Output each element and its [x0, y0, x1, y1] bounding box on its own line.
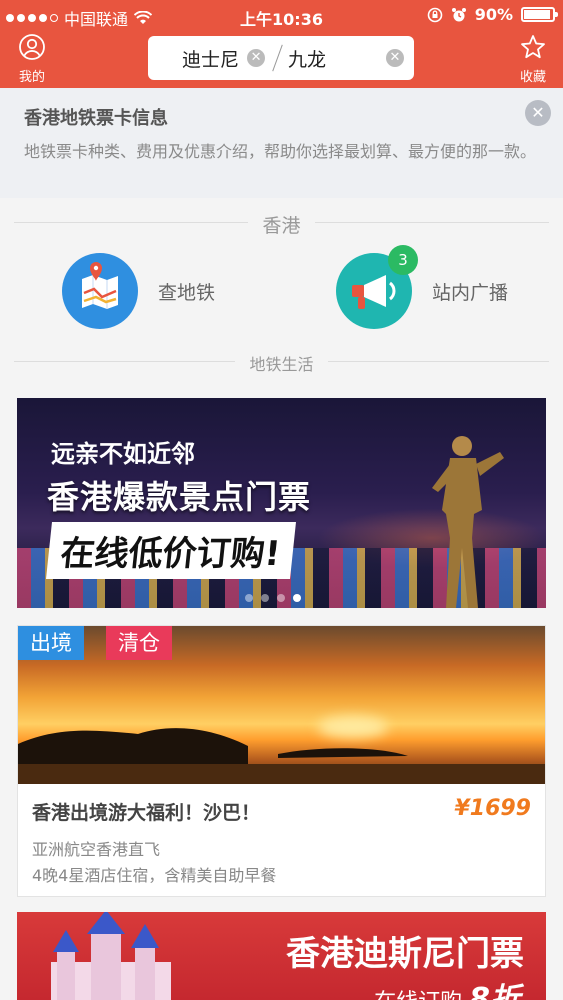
outbound-tag: 出境: [18, 626, 84, 660]
castle-image: [51, 912, 171, 1000]
promo-banner[interactable]: 远亲不如近邻 香港爆款景点门票 在线低价订购!: [17, 398, 546, 608]
banner-line2: 香港爆款景点门票: [47, 478, 312, 516]
notice-title: 香港地铁票卡信息: [24, 108, 168, 129]
to-station-chip[interactable]: 九龙: [288, 45, 326, 72]
pagination-dot[interactable]: [277, 594, 285, 602]
to-station: 九龙: [288, 48, 327, 71]
disney-banner-subtitle: 在线订购 8折: [374, 974, 520, 1000]
route-separator: [272, 44, 283, 72]
statue-image: [432, 436, 504, 608]
deal-subtitle-hotel: 4晚4星酒店住宿，含精美自助早餐: [32, 866, 277, 885]
rotation-lock-icon: [427, 7, 443, 22]
clear-to-icon[interactable]: ✕: [386, 49, 404, 67]
pagination-dot[interactable]: [261, 594, 269, 602]
city-section-label: 香港: [0, 211, 563, 238]
station-broadcast-label: 站内广播: [432, 281, 509, 304]
user-icon: [19, 34, 45, 60]
subway-map-label: 查地铁: [158, 281, 216, 304]
deal-card[interactable]: 出境 清仓 香港出境游大福利！沙巴！ ¥1699 亚洲航空香港直飞 4晚4星酒店…: [17, 625, 546, 897]
banner-line1: 远亲不如近邻: [51, 440, 195, 468]
status-right: 90%: [427, 5, 558, 24]
disney-banner-title: 香港迪斯尼门票: [286, 934, 524, 974]
notice-description: 地铁票卡种类、费用及优惠介绍，帮助你选择最划算、最方便的那一款。: [24, 142, 537, 161]
my-account-label: 我的: [18, 70, 45, 85]
subway-map-button[interactable]: 查地铁: [62, 253, 215, 329]
broadcast-count-badge: 3: [388, 245, 418, 275]
from-station: 迪士尼: [182, 48, 240, 71]
alarm-icon: [451, 7, 466, 21]
clear-from-icon[interactable]: ✕: [247, 49, 266, 67]
sunset-image: 出境 清仓: [18, 626, 545, 784]
favorites-label: 收藏: [519, 70, 546, 85]
battery-percent: 90%: [474, 5, 513, 24]
deal-subtitle-airline: 亚洲航空香港直飞: [32, 840, 161, 859]
banner-pagination[interactable]: [245, 594, 301, 602]
discount-label: 8折: [469, 982, 520, 1000]
deal-title: 香港出境游大福利！沙巴！: [32, 802, 261, 824]
star-icon: [521, 35, 545, 59]
map-icon: [62, 253, 138, 329]
pagination-dot[interactable]: [245, 594, 253, 602]
battery-icon: [521, 7, 558, 22]
ticket-info-notice[interactable]: 香港地铁票卡信息 地铁票卡种类、费用及优惠介绍，帮助你选择最划算、最方便的那一款…: [0, 88, 563, 198]
station-broadcast-button[interactable]: 3 站内广播: [336, 245, 509, 329]
app-header: 我的 迪士尼 ✕ 九龙 ✕ 收藏: [0, 32, 563, 88]
close-icon[interactable]: ✕: [525, 100, 551, 126]
deal-price: ¥1699: [454, 796, 531, 821]
island-silhouette: [18, 728, 545, 784]
my-account-button[interactable]: 我的: [8, 34, 56, 85]
life-section-label: 地铁生活: [0, 351, 563, 375]
from-station-chip[interactable]: 迪士尼 ✕: [182, 45, 266, 72]
clearance-tag: 清仓: [106, 626, 172, 660]
status-bar: 中国联通 上午10:36 90%: [0, 0, 563, 32]
banner-line3: 在线低价订购!: [46, 522, 296, 579]
pagination-dot-active[interactable]: [293, 594, 301, 602]
megaphone-icon: 3: [336, 245, 418, 329]
disney-ticket-banner[interactable]: 香港迪斯尼门票 在线订购 8折: [17, 912, 546, 1000]
route-search-box[interactable]: 迪士尼 ✕ 九龙 ✕: [148, 36, 414, 80]
favorites-button[interactable]: 收藏: [509, 34, 557, 85]
